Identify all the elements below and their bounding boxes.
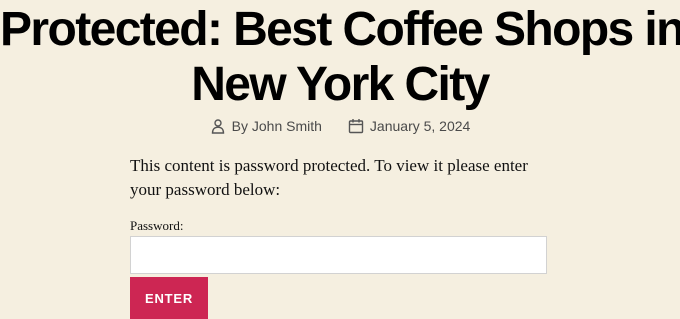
post-meta: By John Smith January 5, 2024	[0, 118, 680, 134]
password-label: Password:	[130, 218, 184, 233]
author-text[interactable]: By John Smith	[232, 118, 322, 134]
enter-button[interactable]: ENTER	[130, 277, 208, 319]
person-icon	[210, 118, 226, 134]
date-text[interactable]: January 5, 2024	[370, 118, 470, 134]
protected-notice: This content is password protected. To v…	[130, 156, 528, 199]
post-author[interactable]: By John Smith	[210, 118, 322, 134]
post-title-line-1: Protected: Best Coffee Shops in	[0, 3, 680, 56]
post-date[interactable]: January 5, 2024	[348, 118, 470, 134]
password-input[interactable]	[130, 236, 547, 274]
post-title: Protected: Best Coffee Shops in New York…	[0, 2, 680, 112]
password-form: This content is password protected. To v…	[130, 154, 550, 319]
calendar-icon	[348, 118, 364, 134]
post-title-line-2: New York City	[191, 58, 490, 111]
